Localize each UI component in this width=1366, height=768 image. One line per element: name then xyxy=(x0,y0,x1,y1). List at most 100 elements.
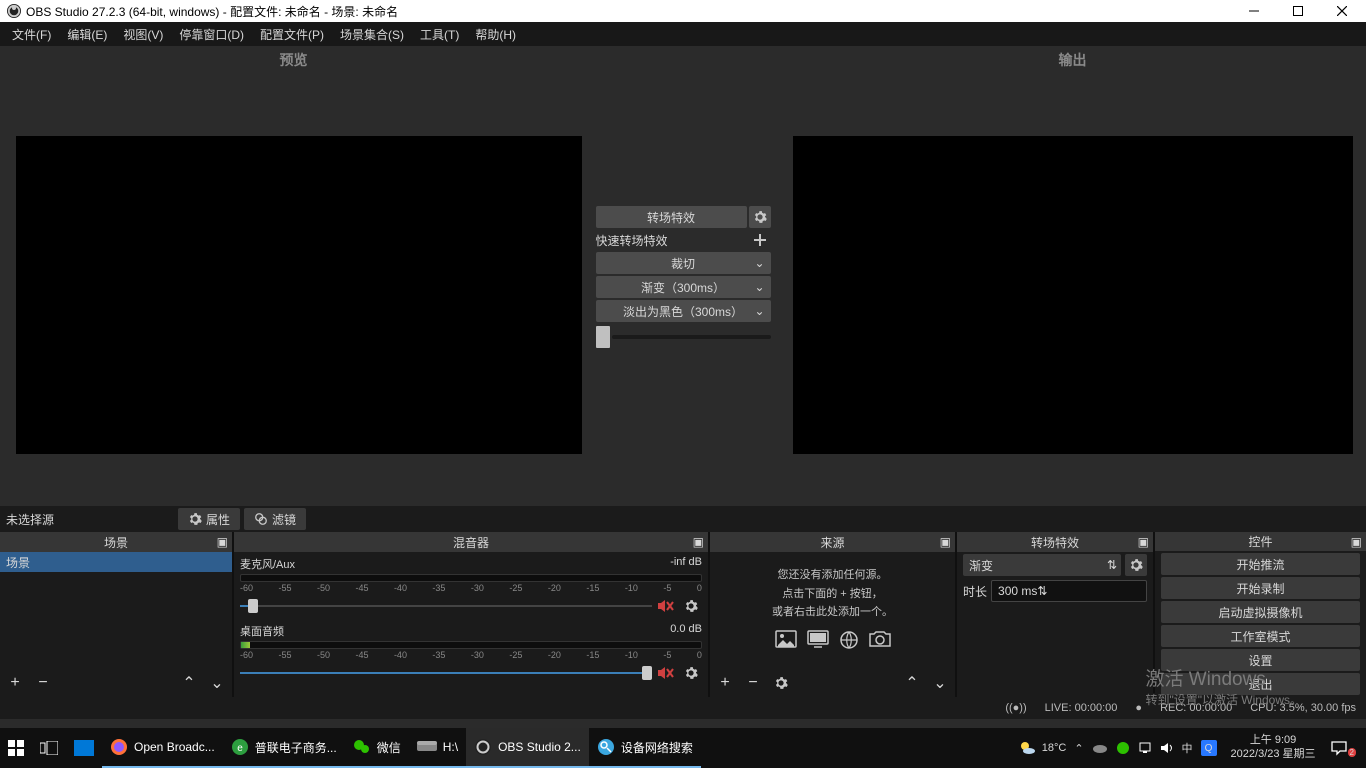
system-tray: 18°C ⌃ 中 Q 上午 9:092022/3/23 星期三 2 xyxy=(1014,734,1366,762)
sources-dock-header[interactable]: 来源▣ xyxy=(710,532,955,552)
taskbar-firefox[interactable]: Open Broadc... xyxy=(102,728,223,768)
live-status: LIVE: 00:00:00 xyxy=(1045,702,1118,714)
start-recording-button[interactable]: 开始录制 xyxy=(1161,577,1360,599)
no-source-label: 未选择源 xyxy=(6,511,54,528)
popout-icon[interactable]: ▣ xyxy=(217,535,228,549)
task-view-button[interactable] xyxy=(32,728,66,768)
duration-label: 时长 xyxy=(963,583,987,600)
menu-profile[interactable]: 配置文件(P) xyxy=(252,22,332,46)
properties-button[interactable]: 属性 xyxy=(178,508,240,530)
add-quick-transition-button[interactable] xyxy=(749,229,771,251)
mixer-dock: 混音器▣ 麦克风/Aux-inf dB -60-55-50-45-40-35-3… xyxy=(234,532,708,697)
image-source-icon xyxy=(775,630,797,648)
transition-props-button[interactable] xyxy=(1125,554,1147,576)
quick-transition-cut[interactable]: 裁切⌄ xyxy=(596,252,771,274)
qq-pinyin-icon[interactable]: Q xyxy=(1201,740,1217,756)
menu-help[interactable]: 帮助(H) xyxy=(467,22,524,46)
exit-button[interactable]: 退出 xyxy=(1161,673,1360,695)
mic-mute-button[interactable] xyxy=(656,596,676,616)
mic-settings-button[interactable] xyxy=(680,595,702,617)
mixer-channel-mic: 麦克风/Aux-inf dB -60-55-50-45-40-35-30-25-… xyxy=(240,556,702,617)
tray-chevron-icon[interactable]: ⌃ xyxy=(1074,742,1083,755)
transition-settings-button[interactable] xyxy=(749,206,771,228)
cpu-status: CPU: 3.5%, 30.00 fps xyxy=(1250,702,1356,714)
output-title: 输出 xyxy=(1059,46,1087,74)
ime-indicator[interactable]: 中 xyxy=(1182,740,1193,756)
chevron-down-icon: ⌄ xyxy=(754,256,764,270)
transition-button[interactable]: 转场特效 xyxy=(596,206,747,228)
taskbar-wechat[interactable]: 微信 xyxy=(345,728,409,768)
transition-select[interactable]: 渐变⇅ xyxy=(963,554,1121,576)
output-viewport[interactable] xyxy=(793,136,1353,454)
quick-transition-fadeblack[interactable]: 淡出为黑色（300ms）⌄ xyxy=(596,300,771,322)
popout-icon[interactable]: ▣ xyxy=(940,535,951,549)
preview-viewport[interactable] xyxy=(16,136,582,454)
add-scene-button[interactable]: + xyxy=(4,672,26,694)
scene-up-button[interactable]: ⌃ xyxy=(178,672,200,694)
transitions-dock-header[interactable]: 转场特效▣ xyxy=(957,532,1153,552)
settings-button[interactable]: 设置 xyxy=(1161,649,1360,671)
action-center-icon[interactable]: 2 xyxy=(1330,740,1362,756)
source-up-button[interactable]: ⌃ xyxy=(901,672,923,694)
desktop-mute-button[interactable] xyxy=(656,663,676,683)
mic-meter xyxy=(240,574,702,582)
weather-widget[interactable]: 18°C xyxy=(1018,739,1067,757)
volume-icon[interactable] xyxy=(1160,741,1174,755)
statusbar: ((●)) LIVE: 00:00:00 ● REC: 00:00:00 CPU… xyxy=(0,697,1366,719)
duration-input[interactable]: 300 ms⇅ xyxy=(991,580,1147,602)
menu-view[interactable]: 视图(V) xyxy=(115,22,171,46)
start-streaming-button[interactable]: 开始推流 xyxy=(1161,553,1360,575)
menu-dock[interactable]: 停靠窗口(D) xyxy=(171,22,252,46)
updown-icon: ⇅ xyxy=(1107,558,1117,572)
chevron-down-icon: ⌄ xyxy=(754,304,764,318)
source-down-button[interactable]: ⌄ xyxy=(929,672,951,694)
remove-source-button[interactable]: − xyxy=(742,672,764,694)
maximize-button[interactable] xyxy=(1276,0,1320,22)
window-title: OBS Studio 27.2.3 (64-bit, windows) - 配置… xyxy=(26,3,1232,20)
taskbar-obs[interactable]: OBS Studio 2... xyxy=(466,728,589,768)
network-icon[interactable] xyxy=(1138,741,1152,755)
obs-logo-icon xyxy=(6,3,22,19)
preview-panel: 预览 xyxy=(0,46,587,506)
menu-tools[interactable]: 工具(T) xyxy=(412,22,467,46)
popout-icon[interactable]: ▣ xyxy=(693,535,704,549)
minimize-button[interactable] xyxy=(1232,0,1276,22)
menu-file[interactable]: 文件(F) xyxy=(4,22,59,46)
filters-button[interactable]: 滤镜 xyxy=(244,508,306,530)
controls-dock-header[interactable]: 控件▣ xyxy=(1155,532,1366,551)
filters-icon xyxy=(254,512,268,526)
menu-scene-collection[interactable]: 场景集合(S) xyxy=(332,22,412,46)
browser-source-icon xyxy=(839,630,859,650)
scene-row[interactable]: 场景 xyxy=(0,552,232,572)
broadcast-icon: ((●)) xyxy=(1005,702,1026,714)
popout-icon[interactable]: ▣ xyxy=(1138,535,1149,549)
studio-mode-button[interactable]: 工作室模式 xyxy=(1161,625,1360,647)
close-button[interactable] xyxy=(1320,0,1364,22)
rec-status: REC: 00:00:00 xyxy=(1160,702,1232,714)
start-virtualcam-button[interactable]: 启动虚拟摄像机 xyxy=(1161,601,1360,623)
desktop-shortcut[interactable] xyxy=(66,728,102,768)
desktop-volume-slider[interactable] xyxy=(240,666,652,680)
tencent-tray-icon[interactable] xyxy=(1116,741,1130,755)
scenes-dock-header[interactable]: 场景▣ xyxy=(0,532,232,552)
preview-title: 预览 xyxy=(280,46,308,74)
taskbar-devsearch[interactable]: 设备网络搜索 xyxy=(589,728,701,768)
mixer-dock-header[interactable]: 混音器▣ xyxy=(234,532,708,552)
scene-down-button[interactable]: ⌄ xyxy=(206,672,228,694)
popout-icon[interactable]: ▣ xyxy=(1351,535,1362,549)
taskbar-pulian[interactable]: e普联电子商务... xyxy=(223,728,345,768)
remove-scene-button[interactable]: − xyxy=(32,672,54,694)
desktop-settings-button[interactable] xyxy=(680,662,702,684)
clock[interactable]: 上午 9:092022/3/23 星期三 xyxy=(1225,734,1322,762)
start-button[interactable] xyxy=(0,728,32,768)
mic-volume-slider[interactable] xyxy=(240,599,652,613)
docks-row: 场景▣ 场景 + − ⌃ ⌄ 混音器▣ 麦克风/Aux-inf dB -60-5… xyxy=(0,532,1366,697)
quick-transition-fade[interactable]: 渐变（300ms）⌄ xyxy=(596,276,771,298)
transition-slider[interactable] xyxy=(596,326,771,348)
onedrive-icon[interactable] xyxy=(1092,742,1108,754)
source-settings-button[interactable] xyxy=(770,672,792,694)
add-source-button[interactable]: + xyxy=(714,672,736,694)
menu-edit[interactable]: 编辑(E) xyxy=(59,22,115,46)
taskbar-explorer[interactable]: H:\ xyxy=(409,728,466,768)
updown-icon: ⇅ xyxy=(1037,584,1047,598)
